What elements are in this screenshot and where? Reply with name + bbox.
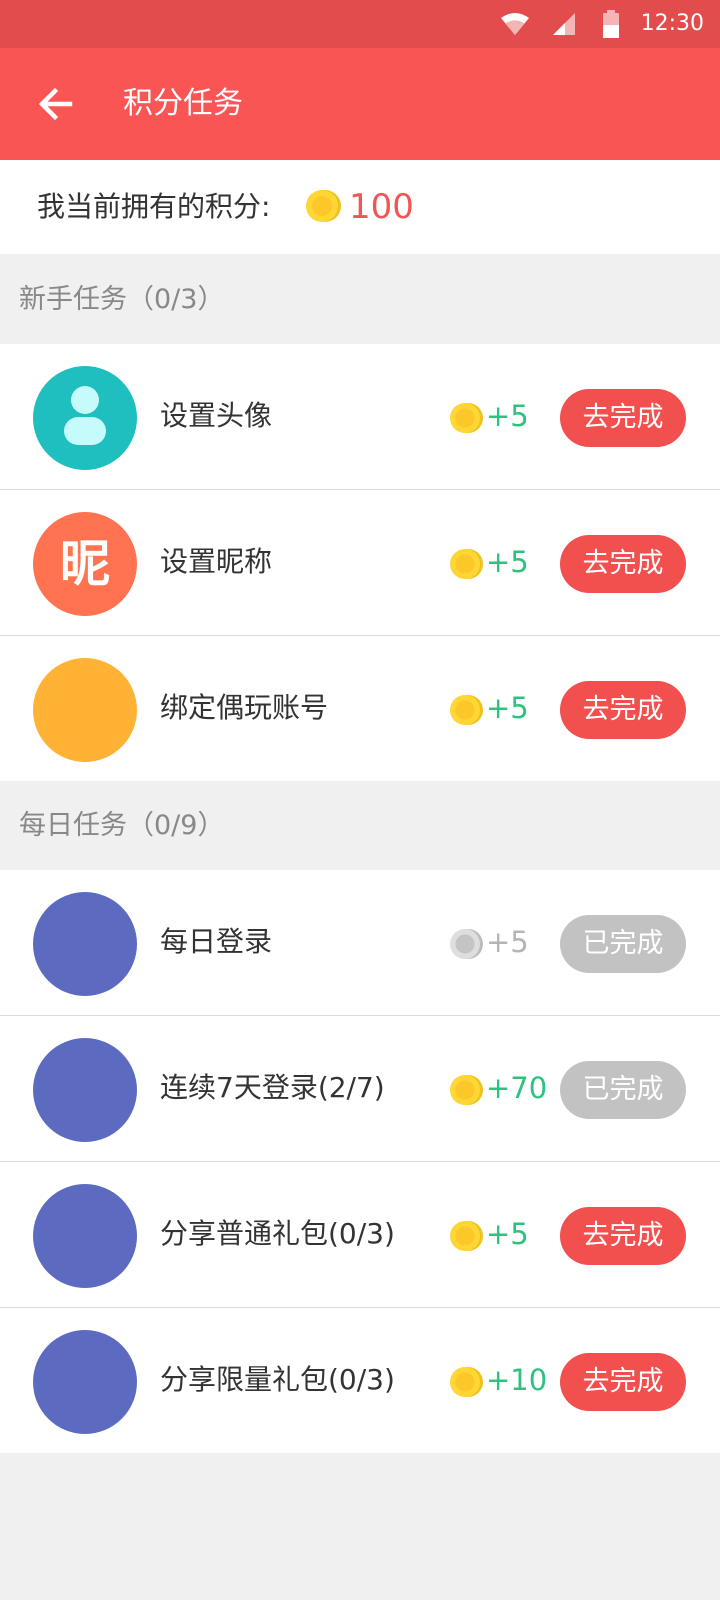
- daily-login-icon: [33, 892, 137, 996]
- task-name: 设置头像: [160, 399, 273, 432]
- task-avatar: [33, 366, 137, 470]
- coin-icon: [450, 1367, 483, 1397]
- coin-icon: [306, 190, 341, 222]
- cell-signal-icon: [553, 13, 575, 35]
- wifi-icon: [501, 13, 529, 35]
- section-header-newbie: 新手任务（0/3）: [0, 254, 720, 344]
- nickname-icon: 昵: [60, 535, 110, 593]
- task-reward: +70: [486, 1071, 548, 1105]
- points-summary: 我当前拥有的积分: 100: [0, 160, 720, 254]
- task-avatar: 昵: [33, 512, 137, 616]
- task-name: 绑定偶玩账号: [160, 691, 329, 724]
- task-name: 每日登录: [160, 925, 273, 958]
- coin-icon: [450, 549, 483, 579]
- status-time: 12:30: [640, 11, 704, 36]
- arrow-left-icon[interactable]: [34, 82, 78, 126]
- go-complete-button[interactable]: 去完成: [560, 1353, 686, 1411]
- coin-icon: [450, 695, 483, 725]
- battery-icon: [603, 10, 619, 38]
- task-list-daily: 每日登录 +5 已完成 连续7天登录(2/7) +70 已完成 分享普通礼包(0…: [0, 870, 720, 1453]
- completed-button[interactable]: 已完成: [560, 915, 686, 973]
- task-name: 分享限量礼包(0/3): [160, 1363, 395, 1396]
- go-complete-button[interactable]: 去完成: [560, 1207, 686, 1265]
- task-row-bind-account: 绑定偶玩账号 +5 去完成: [0, 636, 720, 781]
- streak-login-icon: [33, 1038, 137, 1142]
- task-row-share-limited-gift: 分享限量礼包(0/3) +10 去完成: [0, 1308, 720, 1453]
- go-complete-button[interactable]: 去完成: [560, 681, 686, 739]
- task-row-share-gift: 分享普通礼包(0/3) +5 去完成: [0, 1162, 720, 1308]
- status-bar: 12:30: [0, 0, 720, 48]
- completed-button[interactable]: 已完成: [560, 1061, 686, 1119]
- page-title: 积分任务: [123, 86, 243, 121]
- task-reward: +5: [486, 545, 529, 579]
- task-reward: +5: [486, 399, 529, 433]
- section-title: 新手任务（0/3）: [19, 284, 225, 315]
- task-row-daily-login: 每日登录 +5 已完成: [0, 870, 720, 1016]
- coin-icon: [450, 929, 483, 959]
- points-label: 我当前拥有的积分:: [37, 190, 271, 223]
- task-row-set-nickname: 昵 设置昵称 +5 去完成: [0, 490, 720, 636]
- points-value: 100: [349, 187, 414, 227]
- go-complete-button[interactable]: 去完成: [560, 535, 686, 593]
- task-list-newbie: 设置头像 +5 去完成 昵 设置昵称 +5 去完成 绑定偶玩账号 +5 去完成: [0, 344, 720, 781]
- coin-icon: [450, 1221, 483, 1251]
- go-complete-button[interactable]: 去完成: [560, 389, 686, 447]
- coin-icon: [450, 403, 483, 433]
- bind-account-icon: [33, 658, 137, 762]
- task-reward: +10: [486, 1363, 548, 1397]
- coin-icon: [450, 1075, 483, 1105]
- user-icon: [64, 386, 106, 445]
- task-reward: +5: [486, 1217, 529, 1251]
- task-row-streak-login: 连续7天登录(2/7) +70 已完成: [0, 1016, 720, 1162]
- task-reward: +5: [486, 925, 529, 959]
- task-reward: +5: [486, 691, 529, 725]
- task-name: 分享普通礼包(0/3): [160, 1217, 395, 1250]
- section-title: 每日任务（0/9）: [19, 810, 225, 841]
- task-row-set-avatar: 设置头像 +5 去完成: [0, 344, 720, 490]
- task-name: 设置昵称: [160, 545, 273, 578]
- share-limited-gift-icon: [33, 1330, 137, 1434]
- share-gift-icon: [33, 1184, 137, 1288]
- app-bar: 积分任务: [0, 48, 720, 160]
- task-name: 连续7天登录(2/7): [160, 1071, 385, 1104]
- section-header-daily: 每日任务（0/9）: [0, 780, 720, 870]
